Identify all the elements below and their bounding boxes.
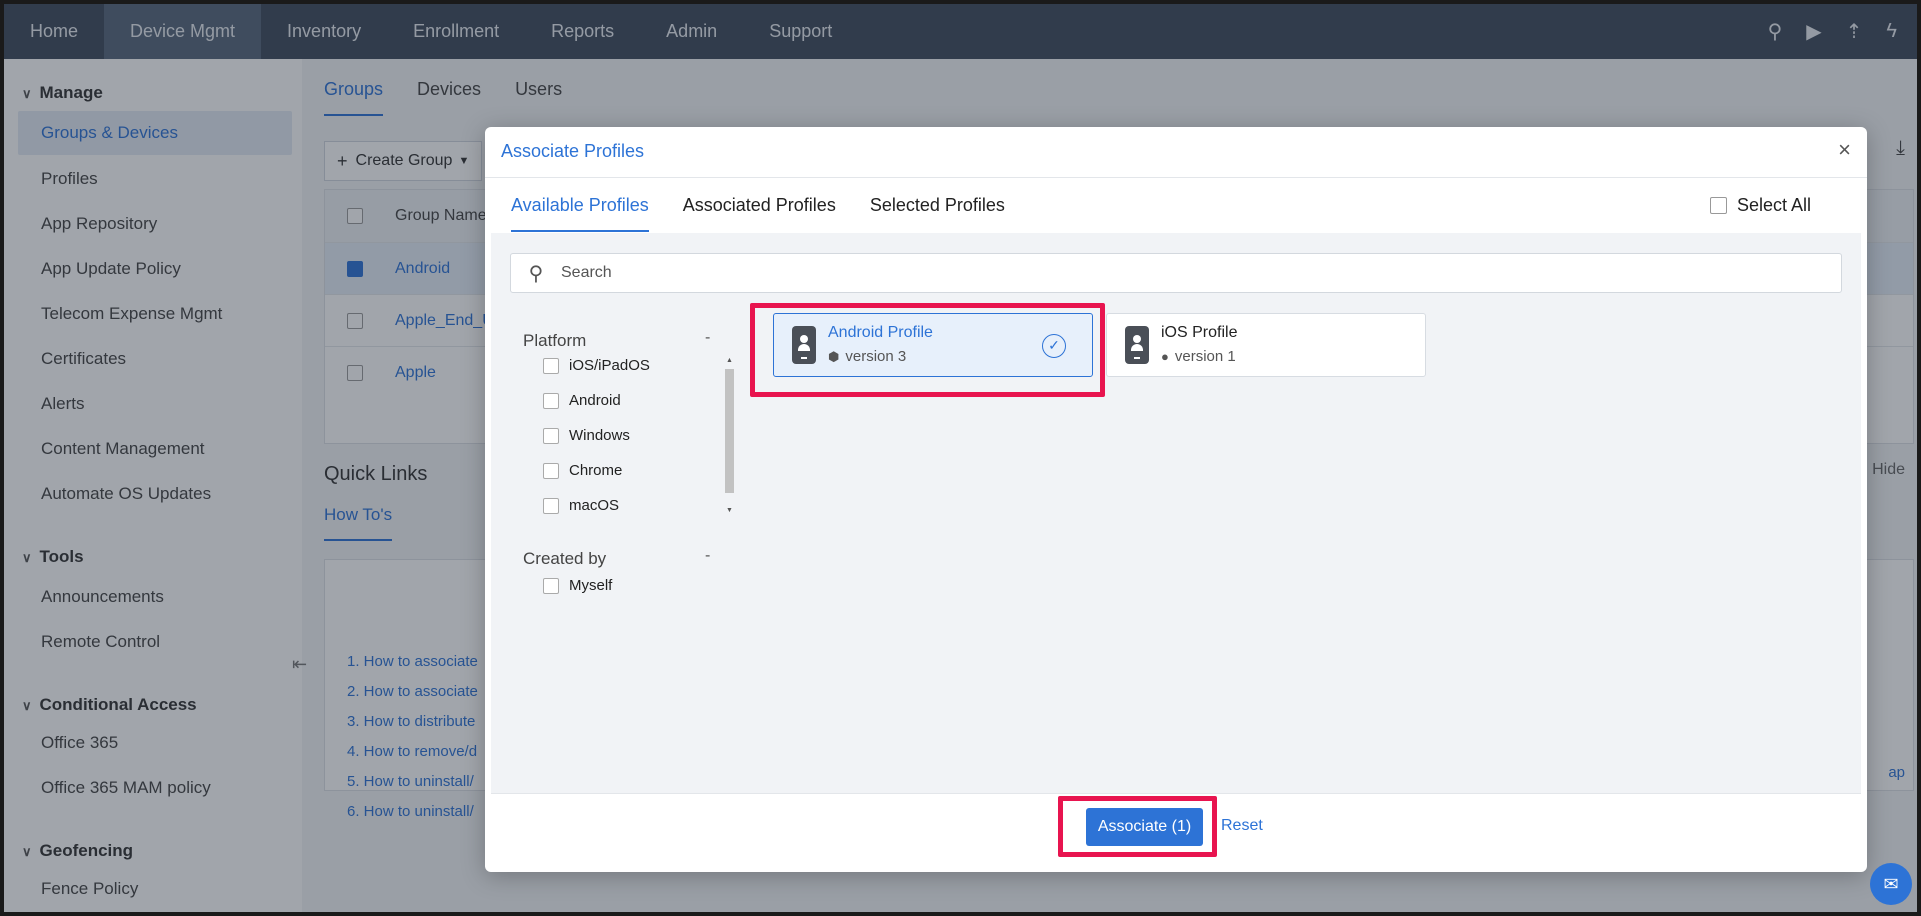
checkbox-box[interactable] bbox=[1709, 197, 1727, 214]
tab-associated-profiles[interactable]: Associated Profiles bbox=[683, 195, 836, 232]
apple-icon: ● bbox=[1161, 349, 1169, 364]
profile-version: ● version 1 bbox=[1161, 348, 1236, 365]
checkbox-box[interactable] bbox=[543, 577, 559, 594]
checkbox-box[interactable] bbox=[543, 357, 559, 374]
modal-divider bbox=[485, 177, 1867, 178]
search-icon: ⚲ bbox=[528, 262, 544, 285]
filter-android[interactable]: Android bbox=[543, 392, 621, 409]
collapse-platform-icon[interactable]: - bbox=[705, 329, 710, 347]
chat-icon[interactable]: ✉ bbox=[1870, 863, 1912, 905]
filter-chrome[interactable]: Chrome bbox=[543, 462, 622, 479]
tab-selected-profiles[interactable]: Selected Profiles bbox=[870, 195, 1005, 232]
tab-available-profiles[interactable]: Available Profiles bbox=[511, 195, 649, 232]
scroll-down-icon[interactable]: ▼ bbox=[726, 507, 733, 514]
scroll-thumb[interactable] bbox=[725, 369, 734, 493]
highlight-annotation bbox=[1058, 796, 1217, 857]
checkbox-box[interactable] bbox=[543, 497, 559, 514]
highlight-annotation bbox=[750, 303, 1105, 397]
filter-myself[interactable]: Myself bbox=[543, 577, 612, 594]
collapse-created-by-icon[interactable]: - bbox=[705, 547, 710, 565]
filter-scrollbar[interactable]: ▲ ▼ bbox=[725, 357, 734, 517]
select-all-checkbox[interactable]: Select All bbox=[1709, 195, 1811, 216]
platform-filter-heading: Platform bbox=[523, 331, 587, 350]
profile-search: ⚲ bbox=[510, 253, 1842, 293]
checkbox-box[interactable] bbox=[543, 427, 559, 444]
filter-windows[interactable]: Windows bbox=[543, 427, 630, 444]
modal-tabs: Available Profiles Associated Profiles S… bbox=[511, 195, 1005, 232]
scroll-up-icon[interactable]: ▲ bbox=[726, 357, 733, 364]
created-by-filter-heading: Created by bbox=[523, 549, 607, 568]
filter-ios-ipados[interactable]: iOS/iPadOS bbox=[543, 357, 650, 374]
profile-name: iOS Profile bbox=[1161, 324, 1238, 341]
checkbox-box[interactable] bbox=[543, 392, 559, 409]
search-input[interactable] bbox=[561, 264, 1811, 282]
mobile-profile-icon bbox=[1125, 326, 1149, 364]
modal-body: ⚲ Platform - iOS/iPadOS Android Windows … bbox=[491, 233, 1861, 793]
associate-profiles-modal: Associate Profiles × Available Profiles … bbox=[485, 127, 1867, 872]
footer-divider bbox=[491, 793, 1861, 794]
reset-link[interactable]: Reset bbox=[1221, 817, 1263, 835]
modal-title: Associate Profiles bbox=[501, 141, 645, 161]
checkbox-box[interactable] bbox=[543, 462, 559, 479]
filter-macos[interactable]: macOS bbox=[543, 497, 619, 514]
close-icon[interactable]: × bbox=[1838, 137, 1851, 163]
profile-card-ios[interactable]: iOS Profile ● version 1 bbox=[1106, 313, 1426, 377]
